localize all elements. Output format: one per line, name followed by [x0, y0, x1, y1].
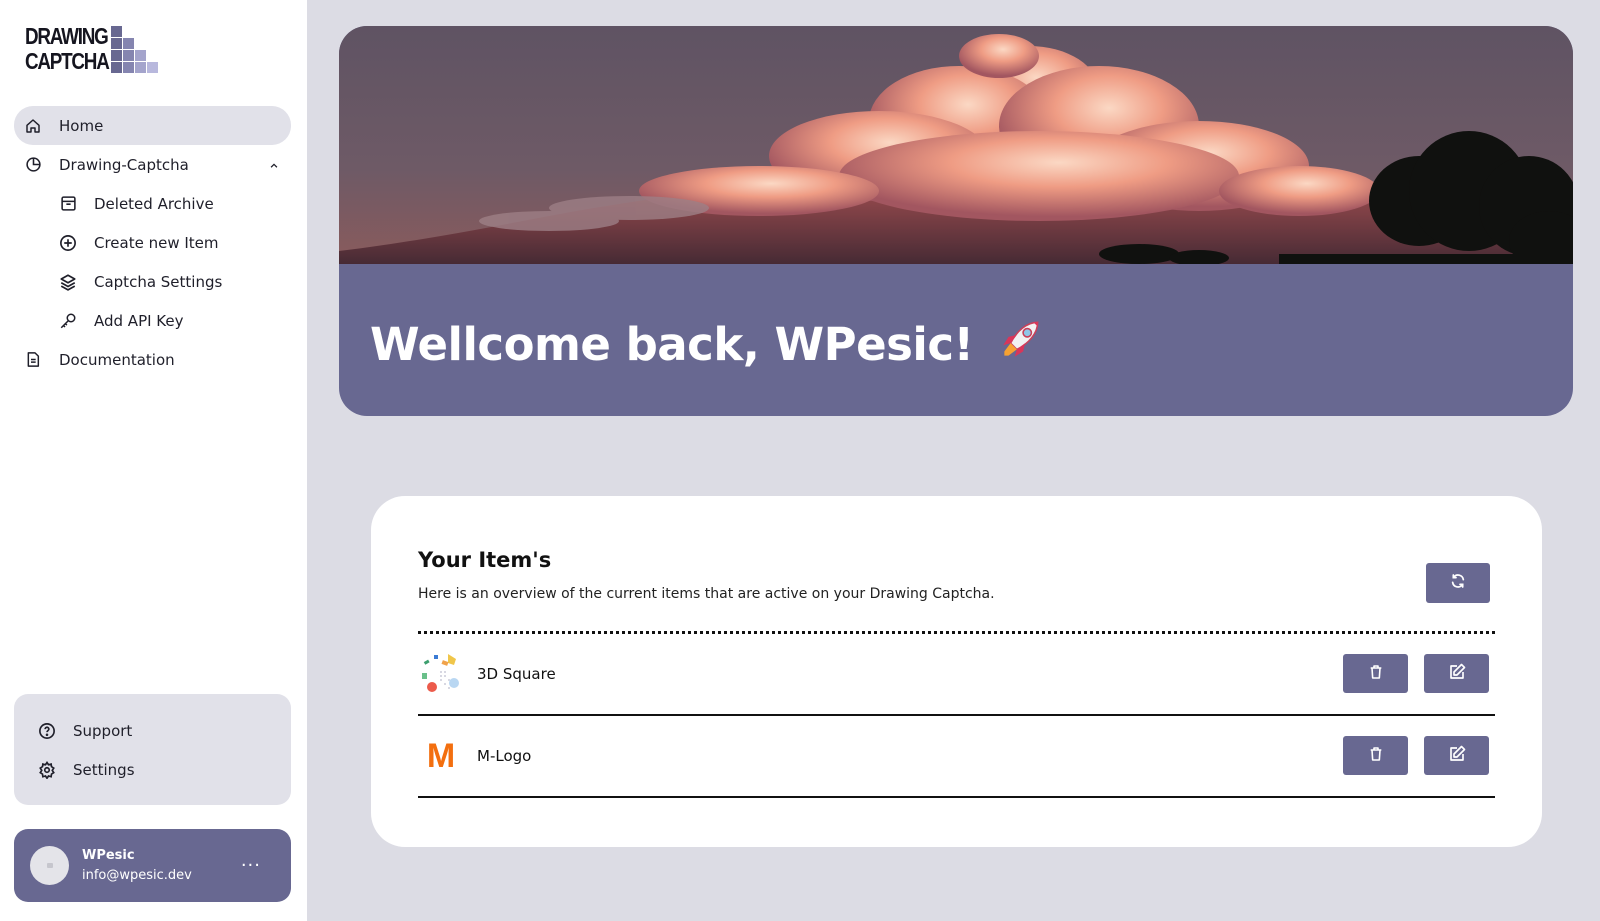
plus-circle-icon — [59, 234, 77, 252]
avatar — [30, 846, 69, 885]
items-title: Your Item's — [418, 548, 552, 572]
nav-item-deleted-archive[interactable]: Deleted Archive — [14, 184, 291, 223]
nav-label-drawing-captcha: Drawing-Captcha — [59, 155, 189, 174]
items-subtitle: Here is an overview of the current items… — [418, 586, 995, 602]
welcome-title: Wellcome back, WPesic! — [370, 314, 1046, 375]
user-card[interactable]: WPesic info@wpesic.dev ··· — [14, 829, 291, 902]
user-info: WPesic info@wpesic.dev — [82, 846, 192, 886]
item-thumbnail-3d-square — [418, 651, 464, 697]
edit-button[interactable] — [1424, 736, 1489, 775]
rocket-icon — [996, 314, 1046, 375]
more-options-icon[interactable]: ··· — [241, 855, 261, 876]
nav-label-support: Support — [73, 721, 133, 740]
pie-chart-icon — [24, 156, 42, 174]
items-card: Your Item's Here is an overview of the c… — [371, 496, 1542, 847]
nav-item-documentation[interactable]: Documentation — [14, 340, 291, 379]
layers-icon — [59, 273, 77, 291]
nav-item-create-new-item[interactable]: Create new Item — [14, 223, 291, 262]
support-panel: Support Settings — [14, 694, 291, 805]
refresh-button[interactable] — [1426, 563, 1490, 603]
help-circle-icon — [38, 722, 56, 740]
welcome-banner: Wellcome back, WPesic! — [339, 26, 1573, 416]
nav-item-add-api-key[interactable]: Add API Key — [14, 301, 291, 340]
edit-icon — [1448, 745, 1466, 767]
nav-item-support[interactable]: Support — [14, 711, 291, 750]
logo-text: DRAWING CAPTCHA — [25, 23, 110, 74]
item-thumbnail-m-logo: M — [426, 737, 456, 775]
main-nav: Home Drawing-Captcha Deleted Archive Cre… — [14, 106, 291, 379]
nav-label-settings: Settings — [73, 760, 135, 779]
archive-icon — [59, 195, 77, 213]
nav-label-deleted-archive: Deleted Archive — [94, 194, 214, 213]
nav-label-captcha-settings: Captcha Settings — [94, 272, 223, 291]
delete-button[interactable] — [1343, 736, 1408, 775]
item-name: M-Logo — [477, 747, 532, 765]
nav-item-home[interactable]: Home — [14, 106, 291, 145]
nav-label-add-api-key: Add API Key — [94, 311, 184, 330]
nav-label-documentation: Documentation — [59, 350, 175, 369]
hero-cloud-image — [339, 26, 1573, 264]
nav-item-captcha-settings[interactable]: Captcha Settings — [14, 262, 291, 301]
logo[interactable]: DRAWING CAPTCHA — [25, 23, 158, 74]
document-icon — [24, 351, 42, 369]
user-name: WPesic — [82, 847, 135, 863]
item-name: 3D Square — [477, 665, 556, 683]
welcome-text: Wellcome back, WPesic! — [370, 318, 974, 371]
home-icon — [24, 117, 42, 135]
user-email: info@wpesic.dev — [82, 867, 192, 883]
gear-icon — [38, 760, 56, 779]
nav-label-create-new-item: Create new Item — [94, 233, 219, 252]
delete-button[interactable] — [1343, 654, 1408, 693]
edit-icon — [1448, 663, 1466, 685]
sidebar: DRAWING CAPTCHA Home Drawing-Captcha Del… — [0, 0, 307, 921]
nav-item-drawing-captcha[interactable]: Drawing-Captcha — [14, 145, 291, 184]
list-item: M M-Logo — [418, 716, 1495, 798]
trash-icon — [1368, 664, 1384, 684]
list-item: 3D Square — [418, 634, 1495, 716]
key-icon — [59, 312, 77, 330]
trash-icon — [1368, 746, 1384, 766]
nav-item-settings[interactable]: Settings — [14, 750, 291, 789]
chevron-up-icon[interactable] — [269, 157, 279, 175]
nav-label-home: Home — [59, 116, 104, 135]
refresh-icon — [1450, 573, 1466, 593]
edit-button[interactable] — [1424, 654, 1489, 693]
